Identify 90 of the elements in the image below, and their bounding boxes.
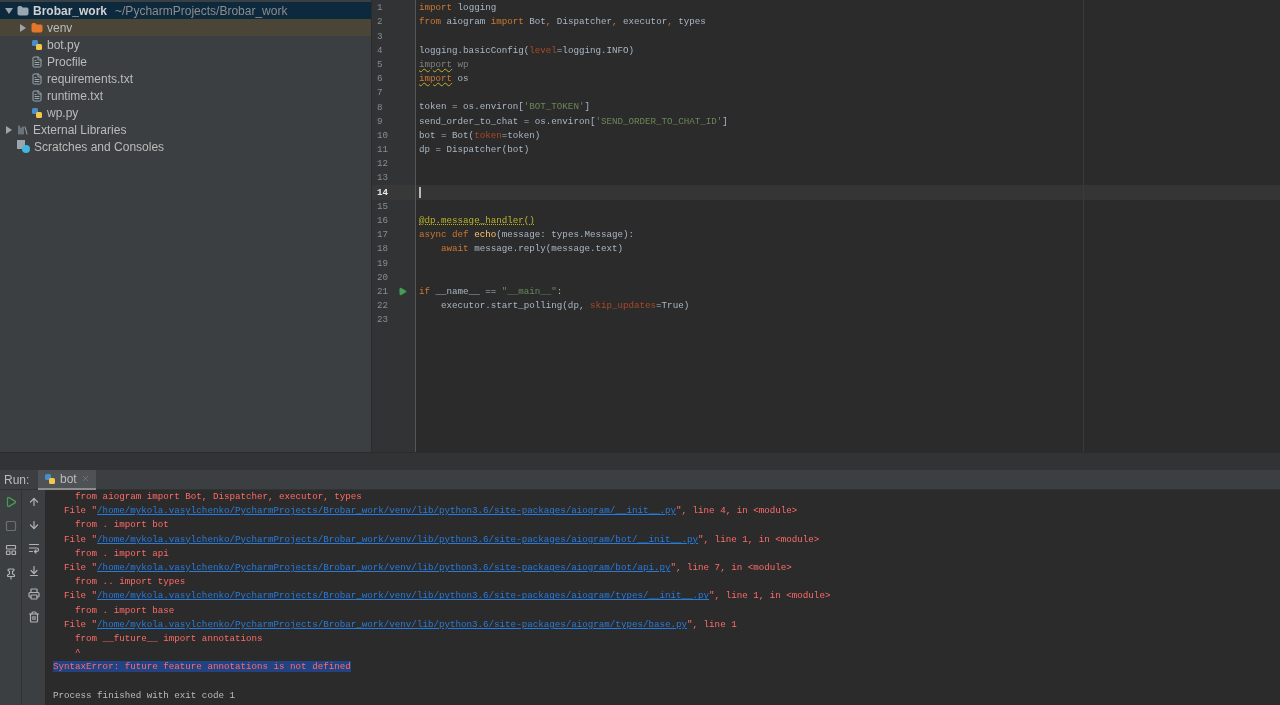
tree-item[interactable]: External Libraries [0,121,371,138]
code-line: import logging [419,1,497,15]
code-line: await message.reply(message.text) [440,242,623,257]
file-icon [31,89,43,102]
code-line: async def echo(message: types.Message): [419,228,635,242]
folder-icon [31,21,43,34]
python-file-icon [31,106,43,119]
tree-item[interactable]: Scratches and Consoles [0,138,371,155]
console-line: from .. import types [74,575,187,590]
up-icon[interactable] [27,496,40,508]
file-icon [31,72,43,85]
run-icon[interactable] [4,496,17,508]
line-number: 20 [376,270,390,285]
code-line: from aiogram import Bot, Dispatcher, executor, types [419,15,706,30]
code-line: token = os.environ['BOT_TOKEN'] [419,100,590,115]
file-link[interactable]: /home/mykola.vasylchenko/PycharmProjects/Brobar_work/venv/lib/python3.6/site-packages/aiogram/types/base.py [97,618,688,630]
code-line: executor.start_polling(dp, skip_updates=True) [440,298,690,313]
line-number: 23 [376,313,390,328]
caret-icon[interactable] [18,23,27,32]
line-number: 2 [376,15,384,30]
console-line: File "/home/mykola.vasylchenko/PycharmProjects/Brobar_work/venv/lib/python3.6/site-packages/aiogram/__init__.py", line 4, in <module> [63,504,799,519]
folder-icon [17,4,29,17]
layout-icon[interactable] [4,544,17,556]
tree-item[interactable]: bot.py [0,36,371,53]
pin-icon[interactable] [4,568,17,580]
line-number: 12 [376,157,390,172]
python-file-icon [31,38,43,51]
line-number: 1 [376,1,384,15]
line-number: 5 [376,57,384,72]
tree-item[interactable]: venv [0,19,371,36]
line-number: 19 [376,256,390,271]
code-line: @dp.message_handler() [419,213,535,228]
down-icon[interactable] [27,519,40,531]
caret-icon[interactable] [4,6,13,15]
caret-icon[interactable] [4,125,13,134]
line-number: 17 [376,228,390,242]
run-label: Run: [3,471,31,489]
console-line: File "/home/mykola.vasylchenko/PycharmProjects/Brobar_work/venv/lib/python3.6/site-packages/aiogram/bot/api.py", line 7, in <module> [63,561,793,575]
trash-icon[interactable] [27,611,40,623]
line-number: 14 [376,185,390,200]
code-line: logging.basicConfig(level=logging.INFO) [419,43,635,58]
line-number: 13 [376,171,390,186]
line-number: 8 [376,100,384,115]
code-line: if __name__ == "__main__": [419,284,563,299]
console-line: from aiogram import Bot, Dispatcher, executor, types [74,490,363,504]
line-number: 9 [376,114,384,129]
tree-item[interactable]: Brobar_work ~/PycharmProjects/Brobar_work [0,2,371,19]
code-line: dp = Dispatcher(bot) [419,142,530,157]
line-number: 21 [376,284,390,299]
code-line: bot = Bot(token=token) [419,128,541,143]
tree-item[interactable]: requirements.txt [0,70,371,87]
console-line: from . import api [74,546,170,561]
console-line: ^ [74,646,82,661]
file-link[interactable]: /home/mykola.vasylchenko/PycharmProjects/Brobar_work/venv/lib/python3.6/site-packages/aiogram/bot/__init__.py [97,533,699,545]
python-file-icon [44,472,56,485]
line-number: 15 [376,199,390,214]
line-number: 7 [376,86,384,101]
console-line: from __future__ import annotations [74,632,264,647]
run-tab[interactable]: bot [38,469,96,490]
console-line: File "/home/mykola.vasylchenko/PycharmProjects/Brobar_work/venv/lib/python3.6/site-packages/aiogram/types/__init__.py", line 1, in <module> [63,589,832,604]
console-line: Process finished with exit code 1 [53,688,236,703]
run-icon[interactable] [397,287,407,297]
tree-item[interactable]: runtime.txt [0,87,371,104]
line-number: 3 [376,29,384,44]
line-number: 18 [376,242,390,257]
tree-item[interactable]: Procfile [0,53,371,70]
line-number: 10 [376,128,390,143]
file-link[interactable]: /home/mykola.vasylchenko/PycharmProjects/Brobar_work/venv/lib/python3.6/site-packages/aiogram/bot/api.py [97,562,671,573]
code-line: import os [419,71,469,86]
print-icon[interactable] [27,588,40,600]
wrap-icon[interactable] [27,542,40,554]
scratches-icon [17,140,30,153]
line-number: 4 [376,43,384,58]
console-line: from . import base [74,603,176,618]
line-number: 16 [376,214,390,228]
scroll-to-end-icon[interactable] [27,565,40,577]
line-number: 11 [376,143,390,157]
file-link[interactable]: /home/mykola.vasylchenko/PycharmProjects/Brobar_work/venv/lib/python3.6/site-packages/aiogram/types/__init__.py [97,590,710,602]
console-line: File "/home/mykola.vasylchenko/PycharmProjects/Brobar_work/venv/lib/python3.6/site-packages/aiogram/bot/__init__.py", line 1, in <module> [63,532,821,547]
console-line: File "/home/mykola.vasylchenko/PycharmProjects/Brobar_work/venv/lib/python3.6/site-packages/aiogram/types/base.py", line 1 [63,617,738,632]
console-line: from . import bot [74,518,170,533]
file-link[interactable]: /home/mykola.vasylchenko/PycharmProjects/Brobar_work/venv/lib/python3.6/site-packages/aiogram/__init__.py [97,505,677,517]
line-number: 6 [376,72,384,86]
file-icon [31,55,43,68]
line-number: 22 [376,299,390,313]
text-cursor [419,187,421,199]
tree-item[interactable]: wp.py [0,104,371,121]
library-icon [17,123,29,136]
code-line: send_order_to_chat = os.environ['SEND_ORDER_TO_CHAT_ID'] [419,114,728,129]
code-line: import wp [419,57,469,72]
